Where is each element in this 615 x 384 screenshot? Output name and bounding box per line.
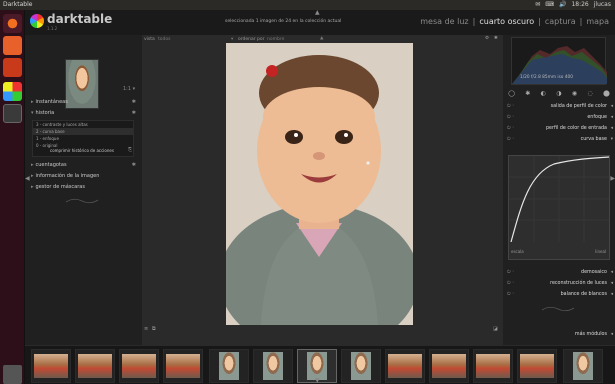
section-image-information[interactable]: ▸ información de la imagen (31, 173, 136, 179)
more-modules-button[interactable]: más módulos ◂ (503, 330, 615, 340)
history-item-selected[interactable]: 2 - curva base (33, 128, 133, 135)
mail-icon[interactable]: ✉ (535, 1, 540, 8)
center-view: vista todos ▾ ordenar por nombre ▲ ⚙ ✱ ≡… (142, 35, 503, 345)
version: 1.1.2 (47, 26, 58, 31)
group-tone-icon[interactable]: ◑ (556, 90, 561, 100)
filmstrip-thumbnail[interactable] (429, 349, 469, 383)
group-active-icon[interactable]: ◯ (508, 90, 515, 100)
keyboard-icon[interactable]: ⌨ (545, 1, 554, 8)
darktable-launcher-icon[interactable] (3, 82, 22, 101)
sort-dropdown[interactable]: nombre (267, 37, 284, 42)
right-panel: 1/20 f/2.8 85mm iso 400 ◯ ✱ ◐ ◑ ◉ ◌ ⬤ ⏻ … (503, 35, 615, 345)
filmstrip-thumbnail[interactable] (341, 349, 381, 383)
launcher (0, 10, 25, 384)
zoom-fit-label[interactable]: 1:1 ▾ (123, 86, 135, 92)
section-history[interactable]: ▾ historia ✱ (31, 110, 136, 116)
base-curve-editor[interactable]: escala lineal (508, 155, 610, 260)
header: darktable 1.1.2 seleccionada 1 imagen de… (25, 9, 615, 35)
module-highlight-reconstruction[interactable]: ⏻ ◦ reconstrucción de luces ◂ (503, 279, 615, 289)
collapse-bottom-arrow-icon[interactable]: ▼ (315, 377, 320, 384)
view-switcher: mesa de luz | cuarto oscuro | captura | … (420, 17, 609, 26)
window-title: Darktable (3, 1, 33, 8)
filmstrip-thumbnail[interactable] (209, 349, 249, 383)
filter-dropdown[interactable]: todos (158, 37, 170, 42)
view-map[interactable]: mapa (586, 17, 609, 26)
filmstrip-thumbnail[interactable] (517, 349, 557, 383)
view-darkroom[interactable]: cuarto oscuro (479, 17, 534, 26)
panel-end-ornament (65, 198, 99, 204)
overexposed-toggle-icon[interactable]: ◪ (493, 326, 498, 332)
brand-name: darktable (47, 12, 113, 26)
module-white-balance[interactable]: ⏻ ◦ balance de blancos ◂ (503, 290, 615, 300)
collapse-left-arrow-icon[interactable]: ◀ (25, 175, 30, 182)
curve-scale-dropdown[interactable]: lineal (595, 249, 606, 254)
filmstrip: ▼ (25, 345, 615, 384)
grouping-icon[interactable]: ⚙ (485, 36, 489, 41)
sort-label: ordenar por (238, 37, 265, 42)
view-separator: | (579, 17, 583, 26)
filmstrip-thumbnail[interactable] (75, 349, 115, 383)
group-correct-icon[interactable]: ◌ (587, 90, 592, 100)
group-color-icon[interactable]: ◉ (572, 90, 577, 100)
volume-icon[interactable]: 🔊 (559, 1, 566, 8)
history-item[interactable]: 3 - contraste y luces altas (33, 121, 133, 128)
view-lighttable[interactable]: mesa de luz (420, 17, 468, 26)
filmstrip-thumbnail[interactable] (563, 349, 603, 383)
center-bottom-bar: ≡ ⧉ ◪ (142, 326, 503, 334)
left-panel: 1:1 ▾ ▸ instantáneas ✱ ▾ historia ✱ 3 - cont… (25, 35, 142, 345)
terminal-icon[interactable] (3, 104, 22, 123)
curve-graph (509, 156, 610, 243)
filmstrip-thumbnail[interactable] (119, 349, 159, 383)
group-effect-icon[interactable]: ⬤ (603, 90, 610, 100)
filter-arrow-icon[interactable]: ▾ (231, 37, 233, 42)
module-demosaic[interactable]: ⏻ ◦ demosaico ◂ (503, 268, 615, 278)
main-image[interactable] (226, 43, 413, 325)
group-basic-icon[interactable]: ◐ (541, 90, 546, 100)
group-favorites-icon[interactable]: ✱ (525, 90, 530, 100)
sort-direction-icon[interactable]: ▲ (320, 36, 323, 41)
view-separator: | (538, 17, 541, 26)
filmstrip-thumbnail[interactable] (473, 349, 513, 383)
section-mask-manager[interactable]: ▸ gestor de máscaras (31, 184, 136, 190)
darktable-window: darktable 1.1.2 seleccionada 1 imagen de… (25, 9, 615, 384)
clock[interactable]: 18:26 (571, 1, 588, 8)
view-separator: | (472, 17, 476, 26)
preferences-icon[interactable]: ✱ (494, 36, 498, 41)
trash-icon[interactable] (3, 365, 22, 384)
filter-label: vista (144, 37, 155, 42)
history-item[interactable]: 1 - enfoque (33, 135, 133, 142)
quick-access-presets-icon[interactable]: ≡ (144, 326, 148, 332)
quick-access-styles-icon[interactable]: ⧉ (152, 326, 156, 332)
section-snapshots[interactable]: ▸ instantáneas ✱ (31, 99, 136, 105)
darktable-logo-icon (30, 14, 44, 28)
module-sharpen[interactable]: ⏻ ◦ enfoque ◂ (503, 113, 615, 123)
browser-icon[interactable] (3, 58, 22, 77)
system-top-bar: Darktable ✉ ⌨ 🔊 18:26 jlucas (0, 0, 615, 10)
filmstrip-thumbnail[interactable] (31, 349, 71, 383)
view-tethering[interactable]: captura (545, 17, 576, 26)
system-tray: ✉ ⌨ 🔊 18:26 jlucas (535, 1, 611, 8)
history-create-style-icon[interactable]: ⎘ (128, 147, 132, 153)
filmstrip-thumbnail[interactable] (253, 349, 293, 383)
panel-end-ornament (541, 306, 575, 312)
compress-history-button[interactable]: comprimir histórico de acciones (50, 148, 114, 153)
filmstrip-thumbnail[interactable] (385, 349, 425, 383)
collapse-right-arrow-icon[interactable]: ▶ (610, 175, 615, 182)
filmstrip-thumbnail[interactable] (163, 349, 203, 383)
user-name[interactable]: jlucas (594, 1, 611, 8)
files-icon[interactable] (3, 36, 22, 55)
histogram[interactable]: 1/20 f/2.8 85mm iso 400 (511, 37, 607, 85)
module-output-color-profile[interactable]: ⏻ ◦ salida de perfil de color ◂ (503, 102, 615, 112)
collapse-top-arrow-icon[interactable]: ▲ (315, 9, 320, 16)
module-groups: ◯ ✱ ◐ ◑ ◉ ◌ ⬤ (503, 90, 615, 100)
section-color-picker[interactable]: ▸ cuentagotas ✱ (31, 162, 136, 168)
module-base-curve[interactable]: ⏻ ◦ curva base ▾ (503, 135, 615, 145)
curve-scale-label: escala (511, 249, 524, 254)
dash-home-icon[interactable] (3, 14, 22, 33)
baby-portrait (226, 43, 413, 325)
module-input-color-profile[interactable]: ⏻ ◦ perfil de color de entrada ◂ (503, 124, 615, 134)
selection-info: seleccionada 1 imagen de 24 en la colecc… (225, 19, 342, 24)
histogram-exif-info: 1/20 f/2.8 85mm iso 400 (520, 75, 574, 80)
